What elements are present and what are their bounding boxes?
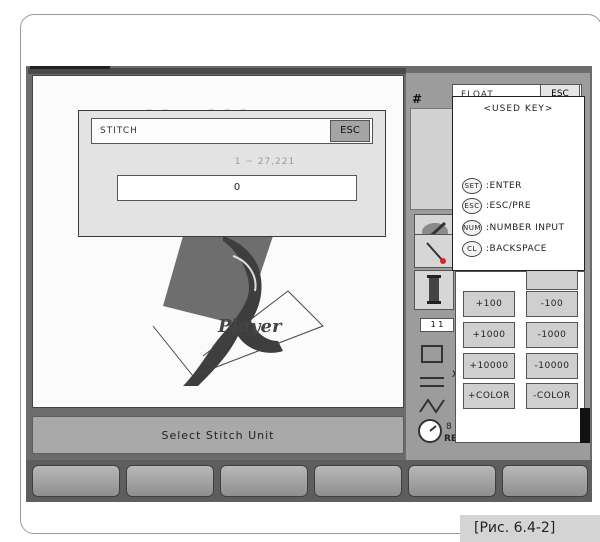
side-info-box	[410, 108, 458, 210]
minus-100-button[interactable]: -100	[526, 291, 578, 317]
cl-key-icon: CL	[462, 240, 482, 257]
set-key-icon: SET	[462, 177, 482, 194]
function-key-6[interactable]	[502, 465, 588, 497]
function-key-3[interactable]	[220, 465, 308, 497]
design-label: Player	[218, 316, 282, 337]
side-hash: #	[412, 92, 423, 106]
side-fragment-8: 8	[446, 422, 452, 432]
side-counter: 1 1	[420, 318, 454, 332]
used-key-title: <USED KEY>	[483, 104, 554, 114]
function-key-4[interactable]	[314, 465, 402, 497]
frame-icon[interactable]	[416, 342, 450, 372]
used-key-desc: :ENTER	[486, 181, 522, 191]
thread-spool-icon[interactable]	[414, 270, 454, 310]
stitch-range: 1 ~ 27,221	[234, 157, 296, 167]
plus-color-button[interactable]: +COLOR	[463, 383, 515, 409]
function-key-2[interactable]	[126, 465, 214, 497]
minus-10000-button[interactable]: -10000	[526, 353, 578, 379]
used-key-desc: :BACKSPACE	[486, 244, 547, 254]
plus-10000-button[interactable]: +10000	[463, 353, 515, 379]
plus-1000-button[interactable]: +1000	[463, 322, 515, 348]
esc-key-icon: ESC	[462, 197, 482, 214]
speed-gauge-icon[interactable]	[417, 418, 443, 448]
needle-icon[interactable]	[414, 234, 454, 268]
minus-color-button[interactable]: -COLOR	[526, 383, 578, 409]
used-key-desc: :ESC/PRE	[486, 201, 532, 211]
used-key-desc: :NUMBER INPUT	[486, 223, 565, 233]
title-strip-mark	[30, 66, 110, 69]
side-black-bar	[580, 408, 590, 443]
status-bar: Select Stitch Unit	[32, 416, 404, 454]
used-key-row: NUM :NUMBER INPUT	[462, 219, 565, 237]
used-key-row: CL :BACKSPACE	[462, 240, 547, 258]
minus-1000-button[interactable]: -1000	[526, 322, 578, 348]
num-key-icon: NUM	[462, 219, 482, 236]
used-key-row: SET :ENTER	[462, 177, 522, 195]
used-key-row: ESC :ESC/PRE	[462, 197, 531, 215]
plus-100-button[interactable]: +100	[463, 291, 515, 317]
stitch-esc-button[interactable]: ESC	[330, 120, 370, 142]
stitch-input[interactable]: 0	[117, 175, 357, 201]
figure-caption: [Рис. 6.4-2]	[460, 515, 600, 542]
stitch-pattern-icon[interactable]	[416, 394, 450, 420]
function-key-5[interactable]	[408, 465, 496, 497]
function-key-1[interactable]	[32, 465, 120, 497]
